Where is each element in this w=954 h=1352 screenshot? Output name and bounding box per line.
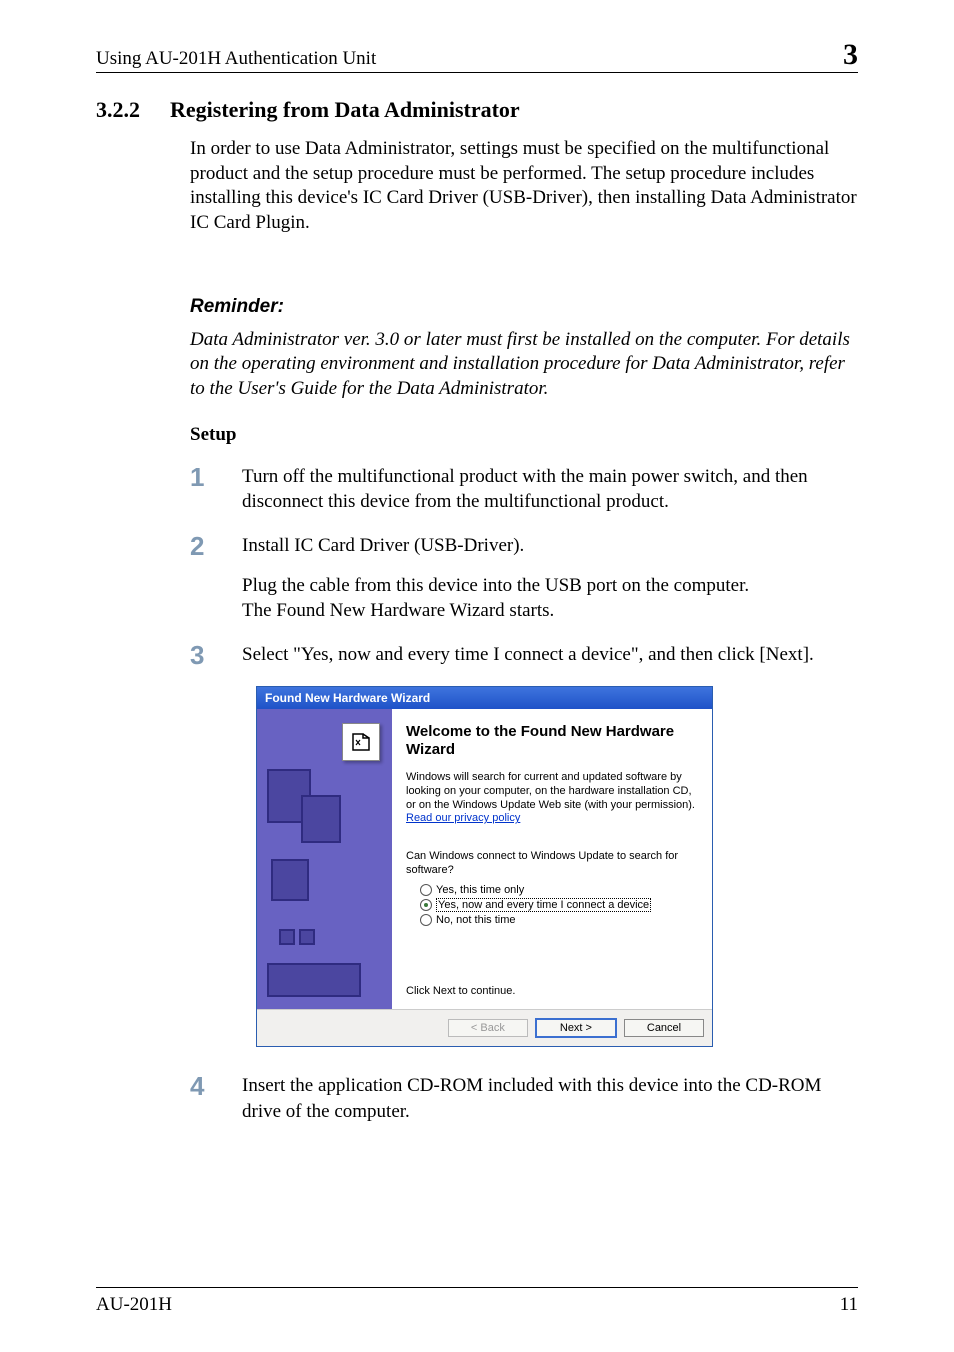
radio-option-yes-once[interactable]: Yes, this time only [420, 884, 698, 896]
step-3: 3 Select "Yes, now and every time I conn… [190, 642, 858, 668]
setup-heading: Setup [190, 424, 858, 446]
wizard-footer: < Back Next > Cancel [257, 1009, 712, 1046]
steps-block: 1 Turn off the multifunctional product w… [190, 464, 858, 668]
cancel-button[interactable]: Cancel [624, 1019, 704, 1037]
chapter-number: 3 [843, 40, 858, 70]
section-heading: 3.2.2 Registering from Data Administrato… [96, 97, 858, 123]
footer-model: AU-201H [96, 1294, 172, 1316]
wizard-sidebar-graphic [257, 709, 392, 1009]
radio-option-yes-always[interactable]: Yes, now and every time I connect a devi… [420, 898, 698, 912]
wizard-description: Windows will search for current and upda… [406, 771, 698, 812]
section-number: 3.2.2 [96, 97, 140, 123]
steps-block-after: 4 Insert the application CD-ROM included… [190, 1073, 858, 1124]
step-2-main: Install IC Card Driver (USB-Driver). [242, 535, 524, 556]
wizard-content: Welcome to the Found New Hardware Wizard… [392, 709, 712, 1009]
found-new-hardware-wizard-dialog: Found New Hardware Wizard Welcome to the… [256, 686, 713, 1047]
step-1: 1 Turn off the multifunctional product w… [190, 464, 858, 515]
step-number: 4 [190, 1073, 242, 1124]
next-button[interactable]: Next > [535, 1018, 617, 1038]
page-footer: AU-201H 11 [96, 1287, 858, 1316]
wizard-question: Can Windows connect to Windows Update to… [406, 850, 698, 878]
step-4: 4 Insert the application CD-ROM included… [190, 1073, 858, 1124]
step-2-sub2: The Found New Hardware Wizard starts. [242, 600, 554, 621]
radio-icon [420, 914, 432, 926]
header-left: Using AU-201H Authentication Unit [96, 48, 376, 70]
footer-page-number: 11 [840, 1294, 858, 1316]
section-title: Registering from Data Administrator [170, 97, 520, 123]
step-number: 3 [190, 642, 242, 668]
wizard-continue-hint: Click Next to continue. [406, 985, 515, 997]
radio-label: Yes, this time only [436, 884, 524, 896]
radio-option-no[interactable]: No, not this time [420, 914, 698, 926]
privacy-policy-link[interactable]: Read our privacy policy [406, 812, 520, 824]
page: Using AU-201H Authentication Unit 3 3.2.… [0, 0, 954, 1352]
running-header: Using AU-201H Authentication Unit 3 [96, 40, 858, 73]
step-2-sub: Plug the cable from this device into the… [242, 573, 858, 624]
radio-icon [420, 884, 432, 896]
wizard-radio-group: Yes, this time only Yes, now and every t… [420, 884, 698, 926]
step-text: Select "Yes, now and every time I connec… [242, 642, 858, 668]
body-block: In order to use Data Administrator, sett… [190, 137, 858, 446]
radio-label: No, not this time [436, 914, 515, 926]
hardware-icon [342, 723, 380, 761]
wizard-titlebar: Found New Hardware Wizard [257, 687, 712, 709]
step-number: 1 [190, 464, 242, 515]
radio-label: Yes, now and every time I connect a devi… [436, 898, 651, 912]
wizard-body: Welcome to the Found New Hardware Wizard… [257, 709, 712, 1009]
reminder-text: Data Administrator ver. 3.0 or later mus… [190, 328, 858, 402]
step-text: Turn off the multifunctional product wit… [242, 464, 858, 515]
step-text: Install IC Card Driver (USB-Driver). Plu… [242, 533, 858, 624]
intro-paragraph: In order to use Data Administrator, sett… [190, 137, 858, 236]
reminder-label: Reminder: [190, 296, 858, 318]
step-2: 2 Install IC Card Driver (USB-Driver). P… [190, 533, 858, 624]
radio-icon-selected [420, 899, 432, 911]
wizard-heading: Welcome to the Found New Hardware Wizard [406, 723, 698, 759]
step-text: Insert the application CD-ROM included w… [242, 1073, 858, 1124]
step-number: 2 [190, 533, 242, 624]
back-button: < Back [448, 1019, 528, 1037]
step-2-sub1: Plug the cable from this device into the… [242, 575, 749, 596]
